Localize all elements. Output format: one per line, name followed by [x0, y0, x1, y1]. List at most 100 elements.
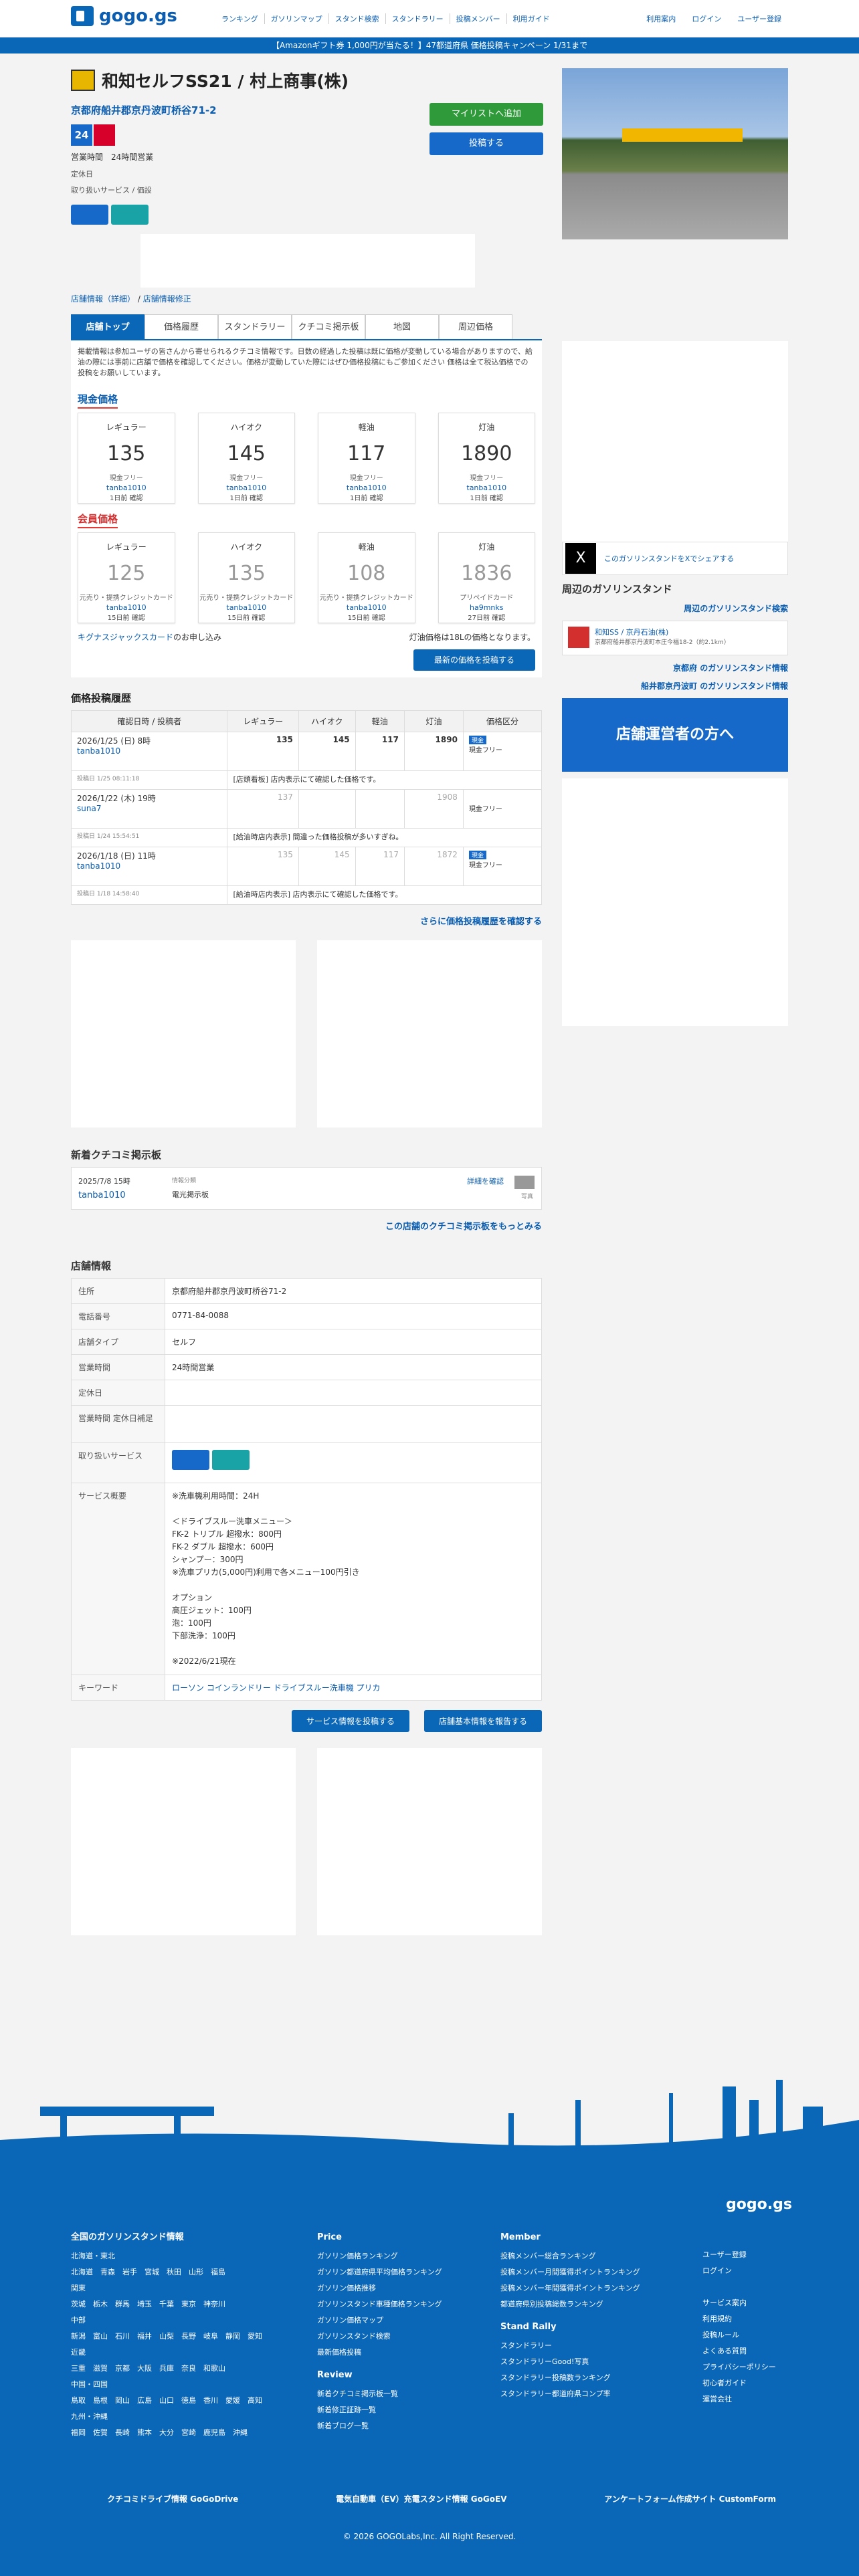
service-line: ※洗車機利用時間：24H: [172, 1491, 260, 1501]
ad-slot: [140, 234, 475, 288]
keyword-link[interactable]: コインランドリー: [207, 1683, 271, 1693]
table-row: 2026/1/18 (日) 11時 tanba1010 135 145 117 1872…: [70, 847, 543, 886]
table-row: 営業時間 24時間営業: [71, 1354, 542, 1380]
nav-rally[interactable]: スタンドラリー: [386, 13, 450, 24]
add-mylist-button[interactable]: マイリストへ追加: [430, 103, 543, 126]
table-row: 店舗タイプ セルフ: [71, 1329, 542, 1355]
station-title-row: 和知セルフSS21 / 村上商事(株): [71, 68, 349, 92]
price-card-diesel[interactable]: 軽油 117 現金フリー tanba1010 1日前 確認: [318, 413, 415, 504]
edit-link[interactable]: 店舗情報修正: [143, 294, 191, 304]
col-regular: レギュラー: [227, 710, 299, 732]
nav-members[interactable]: 投稿メンバー: [450, 13, 507, 24]
service-line: FK-2 ダブル 超撥水：600円: [172, 1542, 274, 1551]
station-photo[interactable]: [562, 68, 788, 239]
report-info-button[interactable]: 店舗基本情報を報告する: [423, 1710, 542, 1732]
nav-login[interactable]: ログイン: [692, 13, 721, 24]
pref-station-link[interactable]: 京都府 のガソリンスタンド情報: [562, 662, 788, 673]
keyword-link[interactable]: ローソン: [172, 1683, 204, 1693]
gogoev-link[interactable]: 電気自動車（EV）充電スタンド情報 GoGoEV: [336, 2493, 506, 2504]
store-info-table: 住所 京都府船井郡京丹波町桥谷71-2 電話番号 0771-84-0088 店舗タイ…: [71, 1278, 542, 1701]
history-heading: 価格投稿履歴: [71, 692, 132, 704]
table-row: キーワード ローソン コインランドリー ドライブスルー洗車機 プリカ: [71, 1675, 542, 1701]
table-row: 2026/1/22 (木) 19時 suna7 137 1908 現金フリー: [70, 789, 543, 829]
brand-logo-icon: [568, 627, 589, 648]
service-line: 泡：100円: [172, 1618, 211, 1628]
nav-register[interactable]: ユーザー登録: [737, 13, 781, 24]
camera-icon: [514, 1176, 535, 1189]
tab-top[interactable]: 店舗トップ: [71, 314, 145, 340]
price-card-kerosene[interactable]: 灯油 1890 現金フリー tanba1010 1日前 確認: [438, 413, 535, 504]
nav-search[interactable]: スタンド検索: [329, 13, 386, 24]
service-line: オプション: [172, 1593, 213, 1602]
service-line: [172, 1579, 535, 1592]
table-row: 住所 京都府船井郡京丹波町桥谷71-2: [71, 1278, 542, 1304]
board-heading: 新着クチコミ掲示板: [71, 1149, 162, 1161]
detail-link[interactable]: 店舗情報（詳細）: [71, 294, 135, 304]
board-more-link[interactable]: この店舗のクチコミ掲示板をもっとみる: [71, 1219, 542, 1232]
keyword-link[interactable]: ドライブスルー洗車機: [274, 1683, 354, 1693]
service-line: 下部洗浄：100円: [172, 1631, 235, 1640]
ad-slot: [562, 341, 788, 542]
col-kind: 価格区分: [462, 710, 543, 732]
col-date: 確認日時 / 投稿者: [70, 710, 228, 732]
station-address[interactable]: 京都府船井郡京丹波町桥谷71-2: [71, 103, 217, 117]
keyword-link[interactable]: プリカ: [357, 1683, 381, 1693]
member-card-kerosene[interactable]: 灯油 1836 プリペイドカード ha9mnks 27日前 確認: [438, 532, 535, 623]
site-logo[interactable]: gogo.gs: [71, 6, 177, 26]
city-station-link[interactable]: 船井郡京丹波町 のガソリンスタンド情報: [562, 680, 788, 691]
kigunasu-card-link[interactable]: キグナスジャックスカード: [78, 633, 173, 642]
kerosene-note: 灯油価格は18Lの価格となります。: [409, 633, 535, 642]
car-wash-icon: [172, 1450, 209, 1470]
price-card-high[interactable]: ハイオク 145 現金フリー tanba1010 1日前 確認: [197, 413, 295, 504]
tab-nearby[interactable]: 周辺価格: [439, 314, 512, 340]
post-service-button[interactable]: サービス情報を投稿する: [291, 1710, 409, 1732]
board-detail-link[interactable]: 詳細を確認: [467, 1176, 504, 1186]
x-logo-icon: X: [565, 543, 596, 574]
table-row-comment: 投稿日 1/18 14:58:40 [給油時店内表示] 店内表示にて確認した価格で…: [70, 885, 542, 905]
gogodrive-link[interactable]: クチコミドライブ情報 GoGoDrive: [107, 2493, 238, 2504]
brand-logo-icon: [71, 70, 95, 91]
share-x[interactable]: X このガソリンスタンドをXでシェアする: [562, 542, 788, 575]
nav-ranking[interactable]: ランキング: [215, 13, 265, 24]
store-info-heading: 店舗情報: [71, 1260, 112, 1272]
ad-row: [71, 940, 542, 1128]
service-line: 高圧ジェット：100円: [172, 1606, 252, 1615]
price-card-regular[interactable]: レギュラー 135 現金フリー tanba1010 1日前 確認: [78, 413, 175, 504]
service-line: [172, 1642, 535, 1655]
price-footnotes: キグナスジャックスカードのお申し込み 灯油価格は18Lの価格となります。: [78, 633, 535, 642]
station-badges: 24: [71, 124, 115, 146]
history-more-link[interactable]: さらに価格投稿履歴を確認する: [71, 914, 542, 927]
footer-member: Member 投稿メンバー総合ランキング 投稿メンバー月間獲得ポイントランキング投…: [500, 2232, 640, 2398]
customform-link[interactable]: アンケートフォーム作成サイト CustomForm: [604, 2493, 776, 2504]
service-icons: [71, 205, 149, 225]
tab-underline: [71, 339, 542, 340]
board-item[interactable]: 2025/7/8 15時 tanba1010 情報分類 電光掲示板 詳細を確認 …: [71, 1167, 542, 1210]
nav-usage[interactable]: 利用案内: [646, 13, 676, 24]
owner-banner[interactable]: 店舗運営者の方へ: [562, 698, 788, 772]
nav-guide[interactable]: 利用ガイド: [507, 13, 556, 24]
nav-map[interactable]: ガソリンマップ: [265, 13, 329, 24]
member-price-heading: 会員価格: [78, 512, 118, 528]
tab-map[interactable]: 地図: [365, 314, 439, 340]
logo-icon: [71, 6, 94, 26]
nearby-search-link[interactable]: 周辺のガソリンスタンド検索: [562, 603, 788, 614]
col-kerosene: 灯油: [403, 710, 464, 732]
post-dropdown-button[interactable]: 投稿する: [430, 132, 543, 155]
sidebar: X このガソリンスタンドをXでシェアする 周辺のガソリンスタンド 周辺のガソリンス…: [562, 341, 788, 1054]
tab-board[interactable]: クチコミ掲示板: [292, 314, 365, 340]
tab-rally[interactable]: スタンドラリー: [218, 314, 292, 340]
ad-slot: [317, 940, 542, 1128]
main-content: 掲載情報は参加ユーザの皆さんから寄せられるクチコミ情報です。日数の経過した投稿は…: [70, 341, 543, 1935]
tab-history[interactable]: 価格履歴: [145, 314, 218, 340]
member-card-high[interactable]: ハイオク 135 元売り・提携クレジットカード tanba1010 15日前 確認: [197, 532, 295, 623]
footer-logo[interactable]: gogo.gs: [726, 2196, 792, 2213]
laundry-icon: [111, 205, 149, 225]
nearby-station[interactable]: 和知SS / 京丹石油(株) 京都府船井郡京丹波町本庄今福18-2（約2.1km）: [562, 621, 788, 655]
service-line: シャンプー：300円: [172, 1555, 244, 1564]
campaign-banner[interactable]: 【Amazonギフト券 1,000円が当たる！】47都道府県 価格投稿キャンペー…: [0, 37, 859, 53]
member-card-regular[interactable]: レギュラー 125 元売り・提携クレジットカード tanba1010 15日前 確認: [78, 532, 175, 623]
table-row-comment: 投稿日 1/24 15:54:51 [給油時店内表示] 間違った価格投稿が多いすぎ…: [70, 828, 542, 847]
member-card-diesel[interactable]: 軽油 108 元売り・提携クレジットカード tanba1010 15日前 確認: [318, 532, 415, 623]
open-24h-badge: 24: [71, 124, 92, 146]
post-latest-price-button[interactable]: 最新の価格を投稿する: [413, 649, 535, 671]
